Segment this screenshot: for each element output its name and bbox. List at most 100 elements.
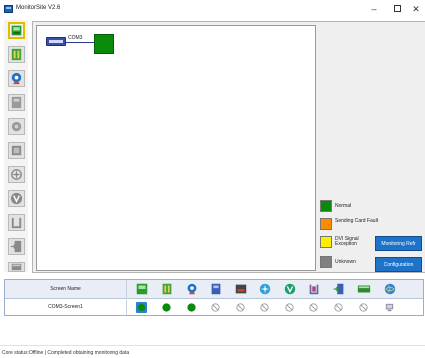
cell-fan[interactable]: [259, 302, 270, 313]
screen-status-box[interactable]: [94, 34, 114, 54]
column-header-temperature: [258, 282, 272, 296]
table-row[interactable]: COM3-Screen1: [5, 300, 423, 315]
toolbar-receiving-card-button[interactable]: [8, 46, 25, 63]
legend-swatch: [320, 236, 332, 248]
configuration-button[interactable]: Configuration: [375, 257, 422, 272]
column-header-brightness: [185, 282, 199, 296]
toolbar-smoke-button[interactable]: [8, 118, 25, 135]
table-header: Screen Name: [5, 280, 423, 299]
fan-icon: [259, 283, 271, 295]
column-header-receiving-card: [160, 282, 174, 296]
screen-status-table: Screen Name COM3-Screen1: [4, 279, 424, 316]
receiving-card-icon: [11, 48, 22, 61]
toolbar-fan-button[interactable]: [8, 166, 25, 183]
cabinet-icon: [357, 285, 371, 293]
cell-door[interactable]: [333, 302, 344, 313]
window-title: MonitorSite V2.6: [16, 5, 61, 11]
monitoring-refresh-button[interactable]: Monitoring Refr: [375, 236, 422, 251]
door-icon: [333, 283, 344, 295]
toolbar-voltage-button[interactable]: [8, 190, 25, 207]
legend-item-dvi-signal-exception: DVI Signal Exception: [320, 236, 380, 250]
column-header-screen-name: Screen Name: [5, 280, 127, 299]
legend-label: DVI Signal Exception: [335, 236, 359, 247]
cell-cabinet[interactable]: [358, 302, 369, 313]
disabled-icon: [260, 303, 269, 312]
cell-globe[interactable]: [384, 302, 395, 313]
topology-canvas[interactable]: COM3: [36, 25, 316, 271]
left-toolbar: [4, 20, 28, 272]
toolbar-door-button[interactable]: [8, 238, 25, 255]
toolbar-humidity-button[interactable]: [8, 214, 25, 231]
status-bar: Core status:Offline | Completed obtainin…: [0, 345, 425, 358]
column-header-monitor-card: [135, 282, 149, 296]
legend-item-unknown: Unknown: [320, 256, 380, 270]
voltage-icon: [284, 283, 296, 295]
disabled-icon: [236, 303, 245, 312]
minimize-button[interactable]: –: [363, 2, 385, 16]
fan-board-icon: [11, 96, 22, 109]
toolbar-cabinet-button[interactable]: [8, 262, 25, 272]
legend-swatch: [320, 256, 332, 268]
toolbar-temperature-button[interactable]: [8, 142, 25, 159]
legend-label: Sending Card Fault: [335, 218, 379, 224]
toolbar-fan-board-button[interactable]: [8, 94, 25, 111]
cell-fan-board[interactable]: [210, 302, 221, 313]
monitor-card-icon: [136, 283, 148, 295]
connection-line: [66, 42, 94, 43]
sending-card-icon[interactable]: [46, 37, 66, 46]
toolbar-brightness-button[interactable]: [8, 70, 25, 87]
voltage-icon: [10, 192, 23, 205]
temperature-icon: [11, 145, 22, 156]
cell-monitor-card[interactable]: [136, 302, 147, 313]
legend-label: Normal: [335, 203, 352, 209]
column-header-voltage: [283, 282, 297, 296]
humidity-icon: [11, 217, 22, 229]
cell-receiving-card[interactable]: [161, 302, 172, 313]
legend-swatch: [320, 218, 332, 230]
column-header-humidity: [307, 282, 321, 296]
brightness-sensor-icon: [187, 283, 197, 295]
fan-board-icon: [211, 283, 221, 295]
status-legend: Normal Sending Card Fault DVI Signal Exc…: [320, 200, 378, 270]
cell-humidity[interactable]: [308, 302, 319, 313]
column-header-smoke: [234, 282, 248, 296]
toolbar-monitor-card-button[interactable]: [8, 22, 25, 39]
status-dot-icon: [162, 303, 171, 312]
cell-smoke[interactable]: [235, 302, 246, 313]
globe-icon: [384, 283, 396, 295]
legend-swatch: [320, 200, 332, 212]
cell-voltage[interactable]: [284, 302, 295, 313]
status-dot-icon: [137, 303, 146, 312]
fan-icon: [11, 169, 22, 180]
legend-item-sending-card-fault: Sending Card Fault: [320, 218, 380, 232]
column-header-fan-board: [209, 282, 223, 296]
receiving-card-icon: [162, 283, 172, 295]
cabinet-icon: [11, 263, 22, 271]
maximize-icon: [393, 5, 401, 13]
cell-brightness[interactable]: [186, 302, 197, 313]
disabled-icon: [309, 303, 318, 312]
status-dot-icon: [187, 303, 196, 312]
disabled-icon: [211, 303, 220, 312]
legend-label: Unknown: [335, 259, 356, 265]
row-screen-name: COM3-Screen1: [5, 300, 127, 315]
monitor-small-icon: [385, 303, 394, 312]
app-logo-icon: [4, 5, 13, 13]
card-label: COM3: [68, 35, 83, 41]
title-bar: MonitorSite V2.6 – ✕: [0, 0, 425, 19]
smoke-sensor-icon: [11, 121, 22, 132]
door-icon: [10, 240, 22, 253]
disabled-icon: [334, 303, 343, 312]
column-header-door: [332, 282, 346, 296]
monitor-card-icon: [11, 25, 22, 36]
humidity-icon: [309, 284, 319, 295]
legend-item-normal: Normal: [320, 200, 380, 214]
column-header-cabinet: [357, 282, 371, 296]
close-button[interactable]: ✕: [405, 2, 425, 16]
disabled-icon: [359, 303, 368, 312]
brightness-sensor-icon: [11, 72, 22, 85]
smoke-sensor-icon: [235, 284, 247, 294]
status-text: Core status:Offline | Completed obtainin…: [2, 350, 130, 356]
column-header-globe: [383, 282, 397, 296]
disabled-icon: [285, 303, 294, 312]
